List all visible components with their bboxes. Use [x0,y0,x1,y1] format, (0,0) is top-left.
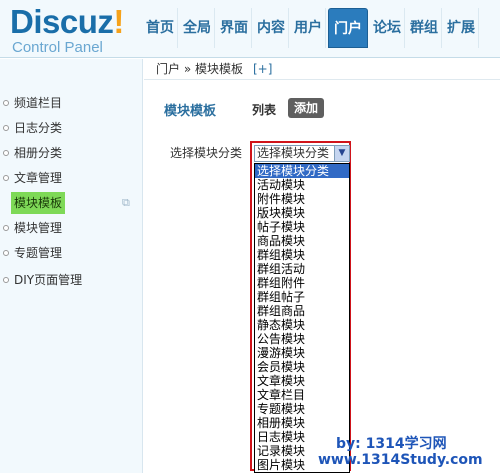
select-option[interactable]: 群组活动 [255,262,349,276]
logo-bang: ! [113,3,124,40]
nav-portal[interactable]: 门户 [328,8,368,48]
watermark-line-1: by: 1314学习网 [336,436,447,452]
bullet-icon [3,150,9,156]
sidebar-item-block-management[interactable]: 模块管理 [0,217,143,239]
breadcrumb-bar: 门户 » 模块模板 [+] [144,59,500,80]
nav-forum[interactable]: 论坛 [370,8,405,48]
select-option[interactable]: 附件模块 [255,192,349,206]
sidebar-item-label: 相册分类 [14,146,63,160]
bullet-icon [3,100,9,106]
nav-interface[interactable]: 界面 [217,8,252,48]
breadcrumb: 门户 » 模块模板 [+] [156,59,272,79]
open-new-window-icon[interactable]: ⧉ [122,197,134,208]
highlight-frame: 选择模块分类 ▼ 选择模块分类 活动模块 附件模块 版块模块 帖子模块 商品模块 群组模块群… [250,141,351,473]
select-option[interactable]: 会员模块 [255,360,349,374]
sidebar-item-label: 频道栏目 [14,96,63,110]
nav-global[interactable]: 全局 [180,8,215,48]
category-select[interactable]: 选择模块分类 ▼ [254,145,350,162]
bullet-icon [3,125,9,131]
select-option[interactable]: 活动模块 [255,178,349,192]
select-option[interactable]: 公告模块 [255,332,349,346]
select-option[interactable]: 专题模块 [255,402,349,416]
bullet-icon [3,175,9,181]
logo-subtitle: Control Panel [12,39,103,56]
discuz-logo[interactable]: Discuz! Control Panel [10,4,124,56]
sidebar-item-diy-pages[interactable]: DIY页面管理 [0,269,143,291]
nav-groups[interactable]: 群组 [407,8,442,48]
category-options-list: 选择模块分类 活动模块 附件模块 版块模块 帖子模块 商品模块 群组模块 群组活动 群组附件 群组… [254,163,350,473]
select-option[interactable]: 静态模块 [255,318,349,332]
sidebar-item-label: 日志分类 [14,121,63,135]
select-option[interactable]: 群组商品 [255,304,349,318]
logo-text: Discuz [10,3,114,40]
select-option[interactable]: 文章模块 [255,374,349,388]
nav-extensions[interactable]: 扩展 [444,8,479,48]
tab-list[interactable]: 列表 [252,101,276,118]
select-option[interactable]: 群组帖子 [255,290,349,304]
sidebar-item-articles[interactable]: 文章管理 [0,167,143,189]
tab-add[interactable]: 添加 [288,98,325,118]
select-option[interactable]: 版块模块 [255,206,349,220]
sidebar: 频道栏目 日志分类 相册分类 文章管理 模块模板 ⧉ 模块管理 专题管理 DIY页… [0,59,143,473]
select-option[interactable]: 群组附件 [255,276,349,290]
select-option[interactable]: 日志模块 [255,430,349,444]
nav-home[interactable]: 首页 [143,8,178,48]
bullet-icon [3,225,9,231]
header: Discuz! Control Panel 首页 全局 界面 内容 用户 门户 … [0,0,500,58]
top-nav: 首页 全局 界面 内容 用户 门户 论坛 群组 扩展 [143,8,481,48]
nav-content[interactable]: 内容 [254,8,289,48]
select-option[interactable]: 帖子模块 [255,220,349,234]
bullet-icon [3,277,9,283]
select-option[interactable]: 群组模块 [255,248,349,262]
select-option[interactable]: 相册模块 [255,416,349,430]
sidebar-item-label: 模块模板 [11,192,66,214]
select-option[interactable]: 文章栏目 [255,388,349,402]
sidebar-item-label: 文章管理 [14,171,63,185]
add-shortcut-link[interactable]: [+] [253,62,272,76]
sidebar-item-label: DIY页面管理 [14,273,83,287]
page-title: 模块模板 [164,104,217,119]
sidebar-item-label: 模块管理 [14,221,63,235]
sidebar-item-blog-categories[interactable]: 日志分类 [0,117,143,139]
select-option[interactable]: 选择模块分类 [255,164,349,178]
breadcrumb-text: 门户 » 模块模板 [156,62,243,76]
chevron-down-icon[interactable]: ▼ [334,146,349,161]
sidebar-item-channels[interactable]: 频道栏目 [0,92,143,114]
sidebar-item-block-templates[interactable]: 模块模板 ⧉ [0,192,143,214]
nav-users[interactable]: 用户 [291,8,326,48]
watermark-line-2: www.1314Study.com [318,452,483,468]
sidebar-item-topics[interactable]: 专题管理 [0,242,143,264]
category-select-value: 选择模块分类 [257,146,330,160]
select-option[interactable]: 漫游模块 [255,346,349,360]
sidebar-item-album-categories[interactable]: 相册分类 [0,142,143,164]
sidebar-item-label: 专题管理 [14,246,63,260]
bullet-icon [3,250,9,256]
category-field-label: 选择模块分类 [170,146,243,160]
select-option[interactable]: 商品模块 [255,234,349,248]
